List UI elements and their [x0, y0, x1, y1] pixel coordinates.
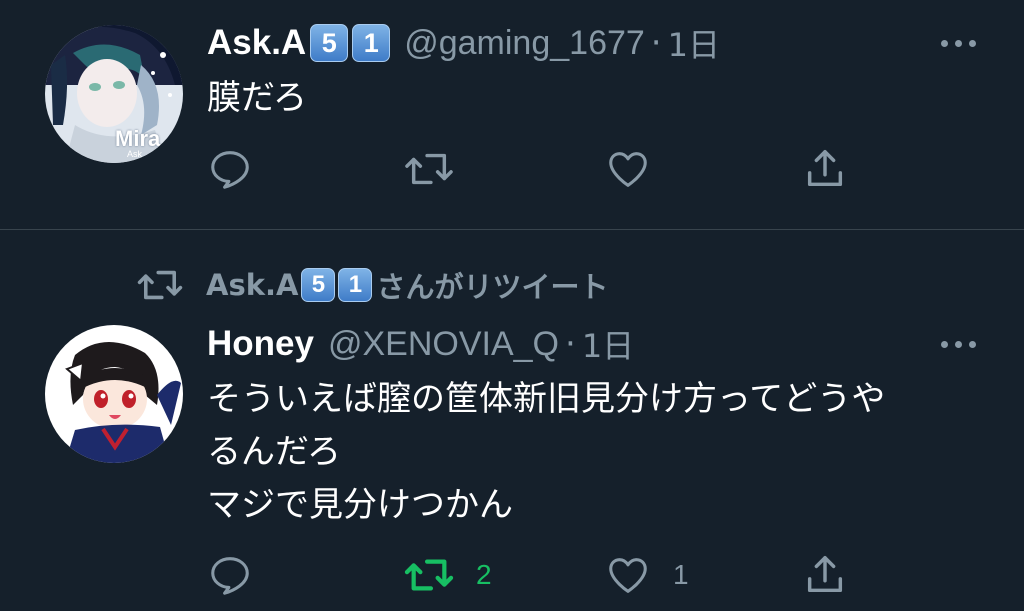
retweet-icon: [137, 270, 183, 300]
keycap-badge-1: 1: [338, 268, 373, 302]
retweeted-by-row[interactable]: Ask.A 5 1 さんがリツイート: [136, 263, 608, 307]
tweet-header: Honey @XENOVIA_Q · 1日: [207, 321, 634, 367]
tweet-text-line: 膜だろ: [207, 78, 307, 118]
keycap-badge-1: 1: [352, 24, 391, 62]
avatar-image: [45, 325, 183, 463]
more-options-icon[interactable]: [941, 40, 976, 47]
like-button[interactable]: [605, 145, 651, 193]
author-handle[interactable]: @XENOVIA_Q: [328, 325, 559, 364]
author-name[interactable]: Ask.A: [207, 23, 306, 63]
reply-icon: [211, 151, 249, 189]
reply-icon: [211, 557, 249, 595]
tweet-text-line: そういえば膣の筐体新旧見分け方ってどうや: [207, 379, 886, 419]
share-icon: [807, 150, 843, 187]
separator-dot: ·: [565, 324, 576, 364]
share-button[interactable]: [802, 551, 848, 599]
keycap-badge-5: 5: [310, 24, 349, 62]
retweet-button[interactable]: [404, 145, 454, 193]
separator-dot: ·: [650, 23, 662, 63]
retweet-icon: [405, 153, 453, 185]
tweet-header: Ask.A 5 1 @gaming_1677 · 1日: [207, 20, 720, 66]
reply-button[interactable]: [207, 551, 253, 599]
retweeted-suffix: さんがリツイート: [376, 270, 609, 304]
like-button[interactable]: 1: [605, 551, 689, 599]
retweeter-name: Ask.A: [206, 268, 299, 302]
timestamp[interactable]: 1日: [582, 321, 634, 367]
retweet-count: 2: [476, 559, 492, 590]
tweet-text-line: マジで見分けつかん: [207, 485, 513, 525]
avatar[interactable]: [45, 325, 183, 463]
retweet-button[interactable]: 2: [404, 551, 492, 599]
tweet-2[interactable]: Ask.A 5 1 さんがリツイート Honey @XENOVIA_Q · 1日: [0, 230, 1024, 611]
author-name[interactable]: Honey: [207, 324, 314, 364]
retweet-icon: [404, 559, 454, 591]
avatar-image: [45, 25, 183, 163]
share-button[interactable]: [802, 145, 848, 193]
tweet-text: そういえば膣の筐体新旧見分け方ってどうや るんだろ マジで見分けつかん: [207, 373, 997, 532]
heart-icon: [609, 152, 647, 187]
share-icon: [807, 556, 843, 593]
tweet-1[interactable]: Mira Ask Ask.A 5 1 @gaming_1677 · 1日 膜だろ: [0, 0, 1024, 229]
retweeted-by-label: Ask.A 5 1 さんがリツイート: [206, 264, 608, 306]
timestamp[interactable]: 1日: [668, 20, 720, 66]
tweet-actions: [0, 145, 1024, 193]
like-count: 1: [673, 559, 689, 590]
more-options-icon[interactable]: [941, 341, 976, 348]
reply-button[interactable]: [207, 145, 253, 193]
tweet-text: 膜だろ: [207, 72, 997, 125]
tweet-text-line: るんだろ: [207, 432, 341, 472]
heart-icon: [609, 558, 647, 593]
avatar[interactable]: Mira Ask: [45, 25, 183, 163]
tweet-actions: 2 1: [0, 551, 1024, 599]
author-handle[interactable]: @gaming_1677: [404, 24, 645, 63]
keycap-badge-5: 5: [301, 268, 336, 302]
